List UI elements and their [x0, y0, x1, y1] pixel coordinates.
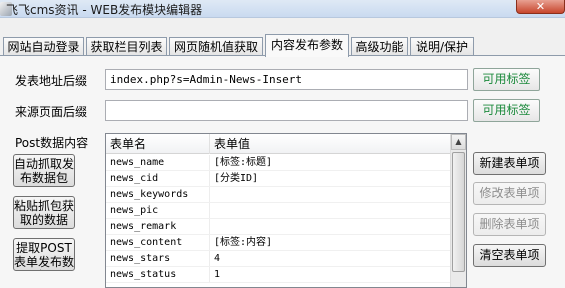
form-field-name-cell[interactable]: news_content [106, 235, 210, 251]
column-header-value[interactable]: 表单值 [210, 134, 451, 154]
referer-available-tags-button[interactable]: 可用标签 [473, 99, 540, 122]
form-field-value-cell[interactable]: 1 [210, 267, 451, 283]
tab-get-category-list[interactable]: 获取栏目列表 [86, 37, 167, 56]
tab-content-publish-params[interactable]: 内容发布参数 [265, 34, 349, 57]
tab-help-protect[interactable]: 说明/保护 [410, 37, 474, 56]
form-field-value-cell[interactable]: [标签:标题] [210, 155, 451, 171]
form-field-name-cell[interactable]: news_cid [106, 171, 210, 187]
form-field-value-cell[interactable] [210, 219, 451, 235]
table-row[interactable]: news_remark [106, 219, 451, 235]
scroll-thumb[interactable] [452, 152, 465, 272]
table-vertical-scrollbar[interactable]: ▲ [450, 134, 466, 287]
column-header-name[interactable]: 表单名 [106, 134, 210, 154]
form-fields-table[interactable]: 表单名 表单值 news_name [标签:标题] news_cid [分类ID] ne… [105, 133, 467, 288]
extract-post-button[interactable]: 提取POST表单发布数据 [13, 238, 75, 271]
form-field-name-cell[interactable]: news_stars [106, 251, 210, 267]
table-row[interactable]: news_name [标签:标题] [106, 155, 451, 171]
tab-random-value[interactable]: 网页随机值获取 [169, 37, 263, 56]
edit-item-button[interactable]: 修改表单项 [473, 182, 546, 205]
post-url-available-tags-button[interactable]: 可用标签 [473, 68, 540, 91]
table-row[interactable]: news_keywords [106, 187, 451, 203]
table-row[interactable]: news_stars 4 [106, 251, 451, 267]
post-data-label: Post数据内容 [15, 136, 89, 150]
new-item-button[interactable]: 新建表单项 [473, 152, 546, 175]
referer-suffix-label: 来源页面后缀 [15, 105, 88, 119]
delete-item-button[interactable]: 删除表单项 [473, 213, 546, 236]
scroll-up-arrow-icon[interactable]: ▲ [451, 134, 466, 150]
form-field-value-cell[interactable] [210, 203, 451, 219]
form-field-name-cell[interactable]: news_name [106, 155, 210, 171]
form-field-value-cell[interactable]: 4 [210, 251, 451, 267]
post-url-suffix-input[interactable]: index.php?s=Admin-News-Insert [105, 69, 468, 90]
form-field-value-cell[interactable]: [标签:内容] [210, 235, 451, 251]
tab-advanced[interactable]: 高级功能 [351, 37, 408, 56]
table-header: 表单名 表单值 [106, 134, 451, 154]
paste-capture-button[interactable]: 粘贴抓包获取的数据 [13, 196, 75, 229]
row-divider [106, 282, 451, 283]
form-field-name-cell[interactable]: news_pic [106, 203, 210, 219]
form-field-value-cell[interactable] [210, 187, 451, 203]
window-title: 飞飞cms资讯 - WEB发布模块编辑器 [6, 3, 203, 17]
clear-items-button[interactable]: 清空表单项 [473, 244, 546, 267]
form-field-name-cell[interactable]: news_keywords [106, 187, 210, 203]
title-bar: 飞飞cms资讯 - WEB发布模块编辑器 ✕ [0, 0, 565, 18]
form-field-value-cell[interactable]: [分类ID] [210, 171, 451, 187]
close-window-button[interactable]: ✕ [516, 0, 565, 14]
table-row[interactable]: news_cid [分类ID] [106, 171, 451, 187]
table-row[interactable]: news_status 1 [106, 267, 451, 283]
form-field-name-cell[interactable]: news_status [106, 267, 210, 283]
tab-auto-login[interactable]: 网站自动登录 [3, 37, 84, 56]
table-row[interactable]: news_pic [106, 203, 451, 219]
auto-capture-button[interactable]: 自动抓取发布数据包 [13, 154, 75, 187]
table-row[interactable]: news_content [标签:内容] [106, 235, 451, 251]
form-field-name-cell[interactable]: news_remark [106, 219, 210, 235]
post-url-suffix-label: 发表地址后缀 [15, 74, 88, 88]
referer-suffix-input[interactable] [105, 100, 468, 121]
